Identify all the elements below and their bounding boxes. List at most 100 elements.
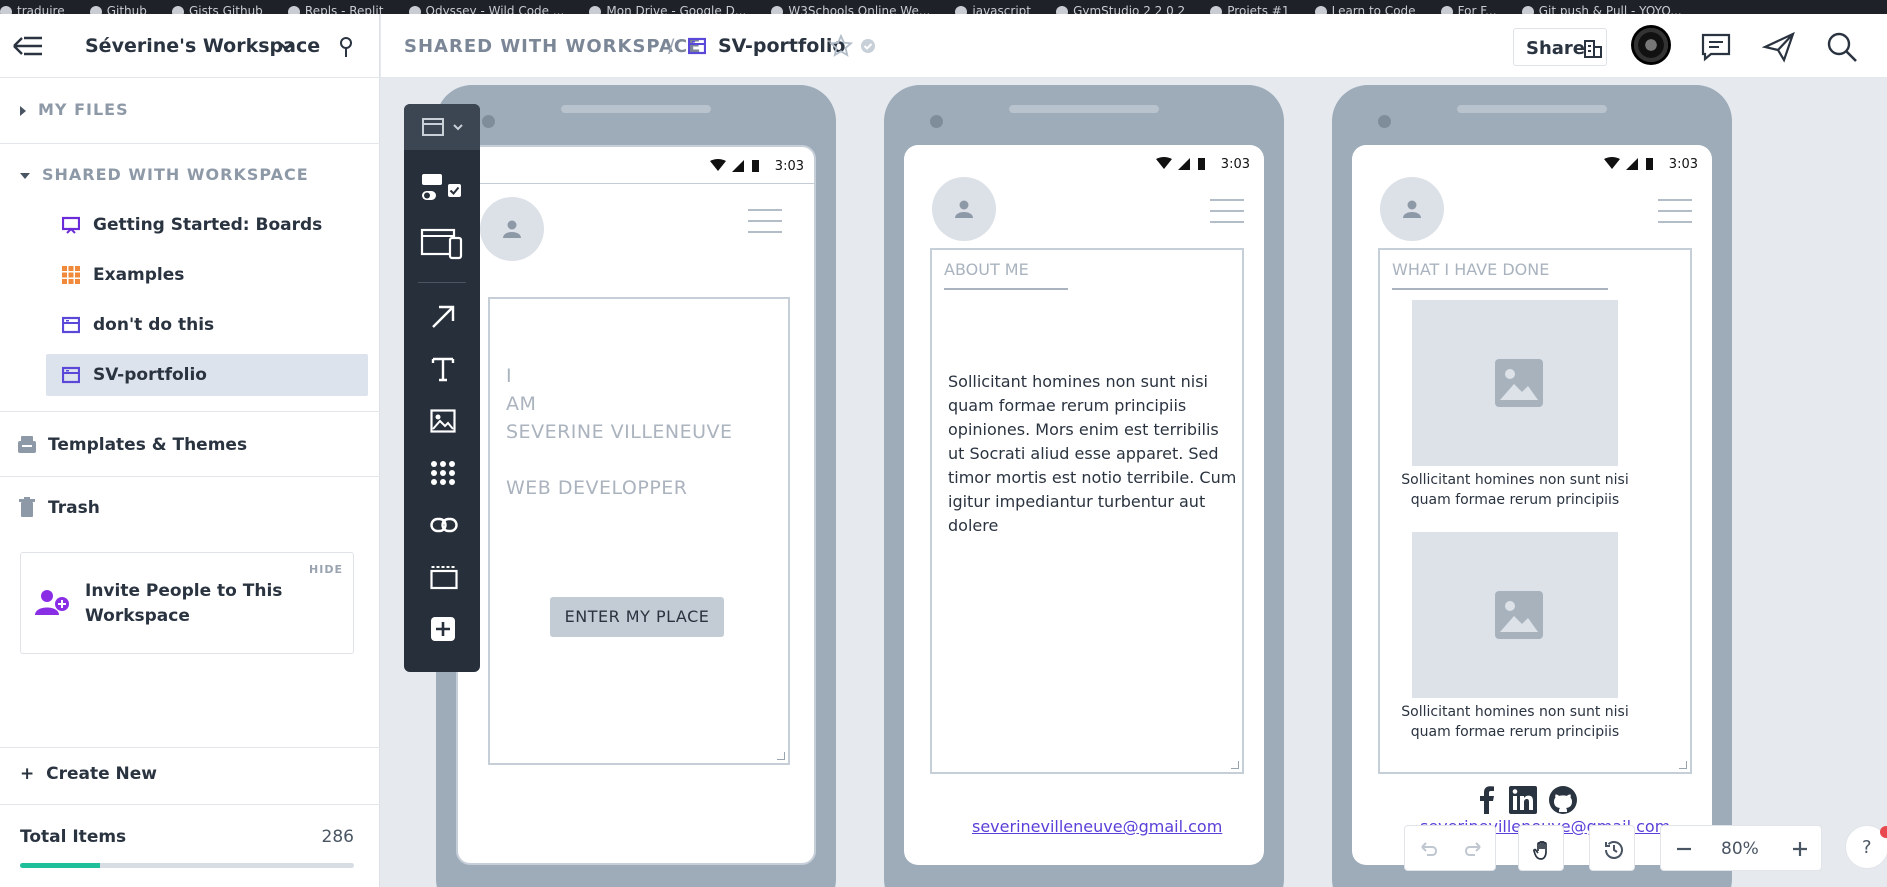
- verified-icon: [860, 38, 876, 54]
- history-tool: [1589, 825, 1635, 871]
- bookmark[interactable]: Repls - Replit: [287, 5, 383, 14]
- avatar[interactable]: [1631, 25, 1671, 65]
- about-title: ABOUT ME: [944, 260, 1029, 279]
- about-box[interactable]: ABOUT ME Sollicitant homines non sunt ni…: [930, 248, 1244, 774]
- divider: [458, 183, 814, 184]
- star-icon[interactable]: [828, 33, 854, 58]
- create-new-button[interactable]: + Create New: [20, 764, 157, 784]
- send-icon[interactable]: [1761, 30, 1796, 64]
- facebook-icon[interactable]: [1472, 785, 1502, 815]
- components-tool[interactable]: [418, 166, 466, 210]
- status-time: 3:03: [1220, 157, 1250, 172]
- shared-section[interactable]: SHARED WITH WORKSPACE: [20, 165, 309, 184]
- hamburger-menu-icon[interactable]: [1658, 199, 1692, 225]
- divider: [0, 143, 380, 144]
- zoom-level[interactable]: 80%: [1721, 839, 1759, 859]
- divider: [0, 476, 380, 477]
- comments-icon[interactable]: [1699, 30, 1733, 64]
- bookmark[interactable]: Github: [89, 5, 147, 14]
- history-icon[interactable]: [1590, 826, 1636, 872]
- toolbar-header[interactable]: [404, 104, 480, 150]
- works-box[interactable]: WHAT I HAVE DONE Sollicitant homines non…: [1378, 248, 1692, 774]
- canvas[interactable]: 3:03 I AM SEVERINE VILLENEUVE WEB DEVELO…: [381, 79, 1887, 887]
- device-frames-tool[interactable]: [418, 222, 466, 266]
- sidebar-item-examples[interactable]: Examples: [46, 254, 368, 296]
- project-caption: Sollicitant homines non sunt nisi quam f…: [1401, 472, 1629, 508]
- icon-grid-tool-icon[interactable]: [418, 450, 466, 494]
- phone-speaker: [561, 105, 711, 113]
- phone-frame[interactable]: 3:03 I AM SEVERINE VILLENEUVE WEB DEVELO…: [436, 85, 836, 887]
- container-tool-icon[interactable]: [418, 554, 466, 598]
- arrow-tool-icon[interactable]: [418, 294, 466, 338]
- link-tool-icon[interactable]: [418, 502, 466, 546]
- status-bar: 3:03: [1352, 145, 1712, 181]
- image-placeholder-icon[interactable]: [1412, 300, 1618, 466]
- sidebar-item-sv-portfolio[interactable]: SV-portfolio: [46, 354, 368, 396]
- phone-frame[interactable]: 3:03 WHAT I HAVE DONE Sollicitant homine…: [1332, 85, 1732, 887]
- sidebar-item-label: don't do this: [93, 315, 215, 335]
- chevron-down-icon[interactable]: [278, 38, 294, 54]
- bookmark[interactable]: javascript: [955, 5, 1031, 14]
- sidebar-item-label: Getting Started: Boards: [93, 215, 323, 235]
- github-icon[interactable]: [1548, 785, 1578, 815]
- trash-icon: [16, 496, 38, 518]
- zoom-out-icon[interactable]: [1661, 826, 1707, 872]
- total-items: Total Items 286: [20, 827, 354, 847]
- enter-my-place-button[interactable]: ENTER MY PLACE: [550, 597, 724, 637]
- divider: [418, 282, 466, 283]
- help-button[interactable]: ?: [1845, 825, 1887, 869]
- hamburger-menu-icon[interactable]: [1210, 199, 1244, 225]
- works-title: WHAT I HAVE DONE: [1392, 260, 1550, 279]
- image-placeholder-icon[interactable]: [1412, 532, 1618, 698]
- bookmark[interactable]: Projets #1: [1210, 5, 1290, 14]
- sidebar-item-getting-started[interactable]: Getting Started: Boards: [46, 204, 368, 246]
- share-button[interactable]: Share: [1513, 28, 1607, 66]
- bookmark[interactable]: traduire: [0, 5, 65, 14]
- top-bar: SHARED WITH WORKSPACE / SV-portfolio Sha…: [381, 14, 1887, 78]
- sidebar-item-dont-do-this[interactable]: don't do this: [46, 304, 368, 346]
- title-underline: [1392, 288, 1608, 290]
- bookmark[interactable]: Mon Drive - Google D...: [589, 5, 746, 14]
- pin-icon[interactable]: [336, 36, 356, 58]
- intro-box[interactable]: I AM SEVERINE VILLENEUVE WEB DEVELOPPER …: [488, 297, 790, 765]
- hamburger-menu-icon[interactable]: [748, 209, 782, 235]
- bookmark[interactable]: W3Schools Online We...: [771, 5, 930, 14]
- collapse-sidebar-icon[interactable]: [12, 32, 44, 60]
- phone-camera: [1378, 115, 1391, 128]
- resize-handle-icon[interactable]: [777, 752, 785, 760]
- breadcrumb[interactable]: SHARED WITH WORKSPACE: [404, 36, 701, 57]
- sidebar-header: Séverine's Workspace: [0, 14, 379, 78]
- image-tool-icon[interactable]: [418, 398, 466, 442]
- phone-frame[interactable]: 3:03 ABOUT ME Sollicitant homines non su…: [884, 85, 1284, 887]
- building-icon: [1584, 40, 1602, 58]
- zoom-in-icon[interactable]: [1777, 826, 1823, 872]
- bookmark[interactable]: For F...: [1440, 5, 1497, 14]
- sidebar-item-label: SV-portfolio: [93, 365, 207, 385]
- bookmark[interactable]: Gists Github: [171, 5, 263, 14]
- bookmarks-bar: traduire Github Gists Github Repls - Rep…: [0, 0, 1887, 14]
- phone-speaker: [1009, 105, 1159, 113]
- resize-handle-icon[interactable]: [1231, 761, 1239, 769]
- search-icon[interactable]: [1825, 30, 1859, 64]
- avatar-placeholder-icon: [932, 177, 996, 241]
- bookmark[interactable]: Learn to Code: [1314, 5, 1416, 14]
- text-tool-icon[interactable]: [418, 346, 466, 390]
- divider: [0, 747, 380, 748]
- bookmark[interactable]: Odyssey - Wild Code ...: [408, 5, 564, 14]
- my-files-section[interactable]: MY FILES: [20, 100, 129, 119]
- bookmark[interactable]: GymStudio 2 2 0 2: [1056, 5, 1185, 14]
- linkedin-icon[interactable]: [1508, 785, 1538, 815]
- redo-icon[interactable]: [1451, 826, 1497, 872]
- status-time: 3:03: [774, 159, 804, 174]
- invite-text[interactable]: Invite People to This Workspace: [85, 579, 285, 629]
- intro-line: SEVERINE VILLENEUVE: [506, 421, 733, 443]
- zoom-controls: 80%: [1660, 825, 1822, 871]
- hand-icon[interactable]: [1519, 826, 1565, 872]
- email-link[interactable]: severinevilleneuve@gmail.com: [972, 817, 1222, 836]
- undo-icon[interactable]: [1405, 826, 1451, 872]
- page-title[interactable]: SV-portfolio: [718, 35, 845, 57]
- add-icon[interactable]: [418, 606, 466, 650]
- bookmark[interactable]: Git push & Pull - YOYO...: [1521, 5, 1682, 14]
- resize-handle-icon[interactable]: [1679, 761, 1687, 769]
- hide-button[interactable]: HIDE: [309, 563, 343, 576]
